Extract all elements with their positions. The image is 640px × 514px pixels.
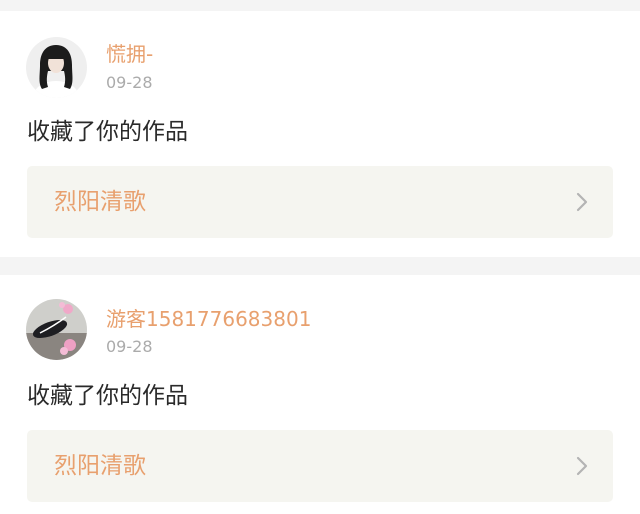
activity-text: 收藏了你的作品: [27, 119, 188, 145]
timestamp: 09-28: [106, 337, 153, 356]
user-avatar-icon: [26, 299, 87, 360]
timestamp: 09-28: [106, 73, 153, 92]
work-title: 烈阳清歌: [54, 189, 146, 215]
chevron-right-icon: [575, 455, 589, 477]
chevron-right-icon: [575, 191, 589, 213]
avatar[interactable]: [26, 37, 87, 98]
activity-text: 收藏了你的作品: [27, 383, 188, 409]
user-avatar-icon: [26, 37, 87, 98]
notification-feed: 慌拥- 09-28 收藏了你的作品 烈阳清歌 游客1581776683801 0…: [0, 0, 640, 514]
work-link-button[interactable]: 烈阳清歌: [27, 430, 613, 502]
username[interactable]: 慌拥-: [106, 42, 153, 66]
notification-card: 慌拥- 09-28 收藏了你的作品 烈阳清歌: [0, 11, 640, 257]
work-link-button[interactable]: 烈阳清歌: [27, 166, 613, 238]
avatar[interactable]: [26, 299, 87, 360]
work-title: 烈阳清歌: [54, 453, 146, 479]
notification-card: 游客1581776683801 09-28 收藏了你的作品 烈阳清歌: [0, 275, 640, 514]
username[interactable]: 游客1581776683801: [106, 307, 311, 331]
